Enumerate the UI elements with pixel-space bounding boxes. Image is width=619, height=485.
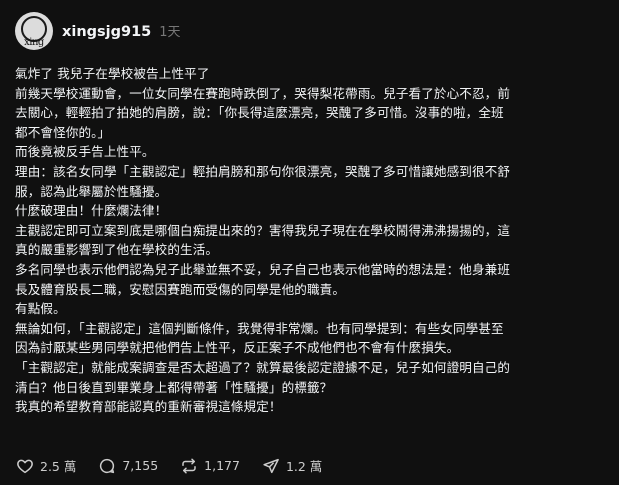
share-icon bbox=[262, 457, 280, 475]
post-line: 有點假。 bbox=[15, 301, 66, 317]
post-line: 理由：該名女同學「主觀認定」輕拍肩膀和那句你很漂亮，哭醜了多可惜讓她感到很不舒 bbox=[15, 163, 511, 179]
post-line: 長及體育股長二職，安慰因賽跑而受傷的同學是他的職責。 bbox=[15, 281, 346, 297]
post-line: 因為討厭某些男同學就把他們告上性平，反正案子不成他們也不會有什麼損失。 bbox=[15, 340, 460, 356]
comment-count: 7,155 bbox=[122, 458, 159, 473]
post-line: 無論如何，「主觀認定」這個判斷條件，我覺得非常爛。也有同學提到：有些女同學甚至 bbox=[15, 320, 504, 336]
share-button[interactable]: 1.2 萬 bbox=[262, 456, 322, 475]
heart-icon bbox=[16, 457, 34, 475]
post-line: 清白？他日後直到畢業身上都得帶著「性騷擾」的標籤？ bbox=[15, 379, 333, 395]
username[interactable]: xingsjg915 bbox=[62, 24, 151, 40]
post-line: 都不會怪你的。」 bbox=[15, 124, 111, 140]
avatar-text: xing bbox=[24, 37, 44, 48]
repost-count: 1,177 bbox=[204, 458, 240, 473]
avatar[interactable]: xing bbox=[15, 12, 53, 50]
repost-icon bbox=[180, 457, 198, 475]
post-line: 什麼破理由！什麼爛法律！ bbox=[15, 203, 168, 219]
post-line: 去關心，輕輕拍了拍她的肩膀，說：「你長得這麼漂亮，哭醜了多可惜。沒事的啦，全班 bbox=[15, 105, 504, 121]
comment-icon bbox=[98, 457, 116, 475]
action-bar: 2.5 萬 7,155 1,177 1.2 萬 bbox=[16, 456, 344, 475]
post-body: 氣炸了 我兒子在學校被告上性平了 前幾天學校運動會，一位女同學在賽跑時跌倒了，哭… bbox=[15, 64, 611, 417]
post-line: 服，認為此舉屬於性騷擾。 bbox=[15, 183, 168, 199]
post-line: 而後竟被反手告上性平。 bbox=[15, 144, 155, 160]
post-line: 真的嚴重影響到了他在學校的生活。 bbox=[15, 242, 219, 258]
repost-button[interactable]: 1,177 bbox=[180, 457, 240, 475]
post-line: 前幾天學校運動會，一位女同學在賽跑時跌倒了，哭得梨花帶雨。兒子看了於心不忍，前 bbox=[15, 85, 511, 101]
post-header: xingsjg915 1天 bbox=[62, 21, 181, 40]
post-line: 氣炸了 我兒子在學校被告上性平了 bbox=[15, 66, 210, 81]
share-count: 1.2 萬 bbox=[285, 459, 323, 474]
post-line: 主觀認定即可立案到底是哪個白痴提出來的？害得我兒子現在在學校鬧得沸沸揚揚的，這 bbox=[15, 222, 511, 238]
post-line: 「主觀認定」就能成案調查是否太超過了？就算最後認定證據不足，兒子如何證明自己的 bbox=[15, 359, 511, 375]
like-button[interactable]: 2.5 萬 bbox=[16, 456, 76, 475]
thread-post: xing xingsjg915 1天 氣炸了 我兒子在學校被告上性平了 前幾天學… bbox=[0, 0, 619, 485]
post-time[interactable]: 1天 bbox=[159, 21, 180, 40]
comment-button[interactable]: 7,155 bbox=[98, 457, 158, 475]
post-line: 多名同學也表示他們認為兒子此舉並無不妥，兒子自己也表示他當時的想法是：他身兼班 bbox=[15, 261, 511, 277]
post-line: 我真的希望教育部能認真的重新審視這條規定！ bbox=[15, 399, 282, 415]
like-count: 2.5 萬 bbox=[40, 459, 77, 474]
